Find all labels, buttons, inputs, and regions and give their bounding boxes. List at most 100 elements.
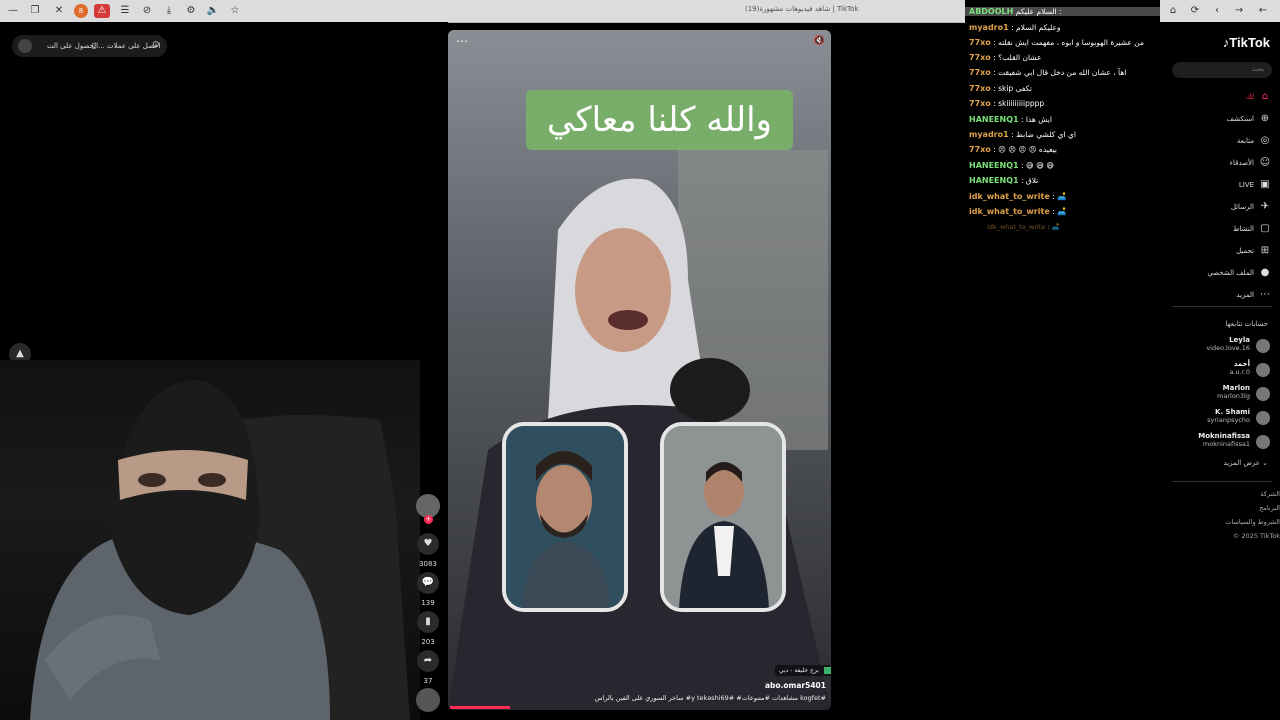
menu-icon[interactable]: ☰ [118, 4, 132, 18]
account-name: أحمد [1233, 360, 1250, 368]
tiktok-logo[interactable]: ♪TikTok [1223, 35, 1270, 50]
chat-message: idk_what_to_write : 🛋️ [983, 223, 1160, 231]
video-description: ساخر السوري على الفين بالراس #y tekashi6… [594, 694, 826, 702]
chat-message: 77xo : من عشيرة الهوبوسا و ابوه ، مفهمت … [965, 38, 1160, 47]
back-icon[interactable]: ‹ [1210, 4, 1224, 18]
forward-icon[interactable]: → [1232, 4, 1246, 18]
divider [1172, 306, 1272, 307]
inset-photo-right [660, 422, 786, 612]
location-pin-icon [823, 667, 831, 674]
followed-account[interactable]: أحمد a.u.r.0 [1170, 360, 1270, 380]
share-count: 37 [423, 677, 433, 685]
account-handle: video.love.16 [1206, 344, 1250, 352]
comment-icon: 💬 [421, 577, 435, 588]
chat-text: : تلاق [1020, 176, 1039, 185]
mute-icon[interactable]: 🔇 [814, 36, 825, 46]
nav-activity[interactable]: النشاط ▢ [1233, 221, 1272, 237]
follow-plus-icon[interactable]: + [424, 515, 433, 524]
close-icon[interactable]: ✕ [52, 4, 66, 18]
footer-link[interactable]: البرنامج [1259, 504, 1280, 512]
chevron-down-icon: ⌄ [1262, 459, 1268, 467]
footer-copyright: © 2025 TikTok [1232, 532, 1280, 540]
chat-message: 77xo : skiiiiiiiiipppp [965, 99, 1160, 108]
nav-for-you[interactable]: لك ⌂ [1246, 89, 1272, 105]
chat-message: HANEENQ1 : تلاق [965, 176, 1160, 185]
more-options-icon[interactable]: ⋯ [456, 34, 468, 48]
messages-icon: ✈ [1260, 201, 1270, 212]
nav-profile[interactable]: الملف الشخصي ● [1207, 265, 1272, 281]
chat-text: : اهآ ، عشان الله من دخل قال ابي شفيقت [993, 68, 1127, 77]
logo-text: TikTok [1229, 35, 1270, 50]
chat-text: : وعليكم السلام [1011, 23, 1061, 32]
avatar [1256, 363, 1270, 377]
chat-username: HANEENQ1 [969, 115, 1019, 124]
chat-username: 77xo [969, 99, 991, 108]
friends-icon: ☺ [1259, 157, 1271, 168]
bookmark-button[interactable]: ▮ [417, 611, 439, 633]
chat-text: : ايش هذا [1020, 115, 1052, 124]
bookmark-count: 203 [421, 638, 435, 646]
webcam-person-illustration [30, 380, 410, 720]
chat-text: : skiiiiiiiiipppp [993, 99, 1045, 108]
chat-username: HANEENQ1 [969, 176, 1019, 185]
like-count: 3083 [419, 560, 437, 568]
see-more-link[interactable]: عرض المزيد ⌄ [1224, 459, 1268, 467]
coins-promo-banner[interactable]: الحصول على الت... ▯ احصل على عملات ⊙ [12, 35, 167, 57]
star-icon[interactable]: ☆ [228, 4, 242, 18]
search-placeholder: بحث [1251, 65, 1264, 73]
home-toolbar-icon[interactable]: ⌂ [1166, 4, 1180, 18]
chat-message: ABDOOLH السلام عليكم : [965, 7, 1160, 16]
nav-following[interactable]: متابعة ◎ [1237, 133, 1272, 149]
footer-link[interactable]: الشروط والسياسات [1225, 518, 1280, 526]
reload-icon[interactable]: ⟳ [1188, 4, 1202, 18]
followed-account[interactable]: K. Shami syrianpsycho [1170, 408, 1270, 428]
volume-icon[interactable]: 🔈 [206, 4, 220, 18]
nav-live[interactable]: LIVE ▣ [1239, 177, 1272, 193]
nav-label: المزيد [1236, 291, 1254, 299]
video-author[interactable]: abo.omar5401 [740, 681, 826, 690]
settings-icon[interactable]: ⚙ [184, 4, 198, 18]
chat-message: 77xo : اهآ ، عشان الله من دخل قال ابي شف… [965, 68, 1160, 77]
share-icon: ➦ [423, 655, 433, 666]
music-disc[interactable] [416, 688, 440, 712]
profile-icon: ● [1260, 267, 1270, 278]
chat-text: : 🛋️ [1047, 223, 1060, 231]
search-input[interactable]: بحث [1172, 62, 1272, 78]
adblock-badge[interactable]: 8 [74, 4, 88, 18]
bookmark-icon: ▮ [425, 616, 431, 627]
chat-text: : 🛋️ [1052, 192, 1067, 201]
chat-text: : اي اي كلشي ضابط [1011, 130, 1076, 139]
chat-username: myadro1 [969, 130, 1009, 139]
comment-button[interactable]: 💬 [417, 572, 439, 594]
like-button[interactable]: ♥ [417, 533, 439, 555]
back-arrow-icon[interactable]: ← [1256, 4, 1270, 18]
download-icon[interactable]: ⤓ [162, 4, 176, 18]
activity-icon: ▢ [1260, 223, 1270, 234]
nav-friends[interactable]: الأصدقاء ☺ [1230, 155, 1272, 171]
restore-icon[interactable]: ❐ [28, 4, 42, 18]
chat-text: : 🛋️ [1052, 207, 1067, 216]
live-icon: ▣ [1260, 179, 1270, 190]
chat-username: myadro1 [969, 23, 1009, 32]
nav-messages[interactable]: الرسائل ✈ [1231, 199, 1272, 215]
nav-upload[interactable]: تحميل ⊞ [1236, 243, 1272, 259]
browser-toolbar: — ❐ ✕ 8 ⚠ ☰ ⊘ ⤓ ⚙ 🔈 ☆ (19)شاهد فيديوهات … [0, 0, 965, 23]
chat-message: HANEENQ1 : 😅 😅 😅 [965, 161, 1160, 170]
share-button[interactable]: ➦ [417, 650, 439, 672]
nav-more[interactable]: المزيد ⋯ [1236, 287, 1272, 303]
followed-account[interactable]: Marlon marlon3lg [1170, 384, 1270, 404]
eye-off-icon[interactable]: ⊘ [140, 4, 154, 18]
minimize-icon[interactable]: — [6, 4, 20, 18]
chat-username: 77xo [969, 38, 991, 47]
warning-icon[interactable]: ⚠ [94, 4, 110, 18]
more-icon: ⋯ [1260, 289, 1270, 300]
nav-label: الرسائل [1230, 203, 1254, 211]
chat-text: : skip تكفى [993, 84, 1032, 93]
nav-explore[interactable]: استكشف ⊕ [1227, 111, 1272, 127]
location-tag[interactable]: برج خليفة - دبي [775, 665, 835, 676]
followed-account[interactable]: Leyla video.love.16 [1170, 336, 1270, 356]
avatar [18, 39, 32, 53]
followed-account[interactable]: Mokninafissa mokninafissa1 [1170, 432, 1270, 452]
chat-text: : من عشيرة الهوبوسا و ابوه ، مفهمت ايش ن… [993, 38, 1145, 47]
footer-link[interactable]: الشركة [1260, 490, 1280, 498]
